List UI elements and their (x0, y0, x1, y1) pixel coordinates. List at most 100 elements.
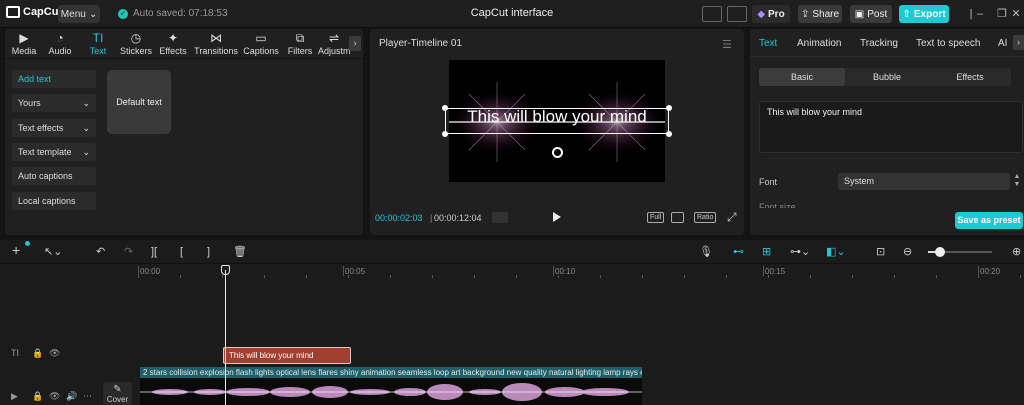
zoom-fit-icon[interactable] (671, 212, 684, 223)
trim-right-icon[interactable]: ] (207, 245, 210, 259)
tab-media[interactable]: ▶ Media (11, 31, 37, 56)
play-icon[interactable] (553, 212, 561, 222)
edit-cover-icon: ✎ (113, 384, 122, 395)
ruler-tick (810, 275, 811, 278)
tab-adjustment[interactable]: ⇌ Adjustm (318, 31, 350, 56)
shortcuts-icon[interactable] (727, 6, 747, 22)
subtab-bubble[interactable]: Bubble (845, 68, 929, 86)
category-auto-captions[interactable]: Auto captions (12, 167, 96, 185)
player-title: Player-Timeline 01 (379, 38, 462, 49)
visibility-eye-icon[interactable]: 👁 (49, 348, 60, 359)
undo-icon[interactable]: ↶ (96, 245, 105, 259)
delete-icon[interactable]: 🗑 (233, 245, 247, 259)
ratio-button[interactable]: Ratio (694, 212, 717, 223)
rotate-handle-icon[interactable] (552, 147, 563, 158)
save-as-preset-button[interactable]: Save as preset (955, 212, 1023, 229)
fullscreen-icon[interactable]: ⤢ (727, 210, 737, 225)
video-track-icon: ▶ (11, 391, 18, 401)
font-select[interactable]: System (838, 173, 1010, 190)
ruler-tick (348, 275, 349, 278)
hamburger-menu-icon[interactable]: ☰ (722, 38, 732, 51)
layout-icon[interactable] (702, 6, 722, 22)
minimize-icon[interactable]: – (972, 6, 988, 22)
subtab-basic[interactable]: Basic (759, 68, 845, 86)
post-button[interactable]: ▣ Post (850, 5, 892, 23)
select-cursor-icon[interactable]: ↖⌄ (44, 245, 62, 259)
category-text-template[interactable]: Text template ⌄ (12, 143, 96, 161)
resize-handle[interactable] (666, 131, 672, 137)
timeline-toolbar: + ↖⌄ ↶ ↷ ][ [ ] 🗑 🎙 ⊷ ⊞ ⊶⌄ ◧⌄ ⊡ ⊖ ⊕ (0, 240, 1024, 264)
split-icon[interactable]: ][ (151, 245, 157, 259)
share-button[interactable]: ⇪ Share (798, 5, 842, 23)
tab-captions[interactable]: ▭ Captions (241, 31, 281, 56)
export-icon: ⇧ (902, 8, 911, 20)
player-panel: Player-Timeline 01 ☰ This will blow your… (370, 29, 744, 235)
ruler-major-tick (553, 266, 554, 276)
tab-effects[interactable]: ✦ Effects (158, 31, 188, 56)
chevron-right-icon[interactable]: › (349, 36, 361, 51)
magnet-link-icon[interactable]: ⊷ (733, 245, 744, 259)
pro-button[interactable]: ◆ Pro (752, 5, 790, 23)
tab-animation[interactable]: Animation (797, 38, 841, 49)
video-clip[interactable]: 2 stars collision explosion flash lights… (140, 367, 642, 405)
default-text-preset[interactable]: Default text (107, 70, 171, 134)
auto-snap-icon[interactable]: ⊞ (762, 245, 771, 259)
ruler-tick (390, 275, 391, 278)
close-icon[interactable]: ✕ (1008, 6, 1024, 22)
text-clip[interactable]: This will blow your mind (223, 347, 351, 364)
category-add-text[interactable]: Add text (12, 70, 96, 88)
export-button[interactable]: ⇧ Export (899, 5, 949, 23)
zoom-out-icon[interactable]: ⊖ (903, 245, 912, 259)
lock-icon[interactable]: 🔒 (32, 348, 43, 359)
resize-handle[interactable] (666, 105, 672, 111)
ruler-tick (852, 275, 853, 278)
tab-text-properties[interactable]: Text (759, 38, 777, 49)
category-text-effects[interactable]: Text effects ⌄ (12, 119, 96, 137)
full-quality-button[interactable]: Full (647, 212, 665, 223)
text-content-input[interactable]: This will blow your mind (759, 101, 1023, 153)
resize-handle[interactable] (442, 105, 448, 111)
post-button-label: Post (867, 8, 888, 20)
zoom-in-icon[interactable]: ⊕ (1012, 245, 1021, 259)
tab-ai[interactable]: AI (998, 38, 1007, 49)
tab-text-to-speech[interactable]: Text to speech (916, 38, 980, 49)
text-selection-box[interactable] (442, 105, 672, 137)
tab-filters[interactable]: ⧉ Filters (284, 31, 316, 56)
tab-text[interactable]: TI Text (85, 31, 111, 56)
category-yours[interactable]: Yours ⌄ (12, 94, 96, 112)
ruler-major-tick (763, 266, 764, 276)
tab-stickers[interactable]: ◷ Stickers (118, 31, 154, 56)
tab-divider (750, 56, 1024, 57)
lock-icon[interactable]: 🔒 (32, 391, 43, 402)
playhead[interactable] (225, 270, 226, 405)
menu-button[interactable]: Menu ⌄ (58, 5, 100, 23)
cover-button[interactable]: ✎ Cover (103, 382, 132, 405)
font-stepper-icon[interactable]: ▲ ▼ (1012, 173, 1022, 190)
visibility-eye-icon[interactable]: 👁 (49, 391, 60, 402)
resize-handle[interactable] (442, 131, 448, 137)
caption-track-icon[interactable]: ⊡ (876, 245, 885, 259)
ruler-tick (726, 275, 727, 278)
microphone-icon[interactable]: 🎙 (699, 245, 713, 259)
tab-tracking[interactable]: Tracking (860, 38, 898, 49)
menu-button-label: Menu (60, 8, 86, 20)
category-label: Text template (18, 147, 72, 157)
chevron-right-icon[interactable]: › (1013, 35, 1024, 50)
zoom-slider-knob[interactable] (934, 247, 945, 257)
time-ruler[interactable]: 00:00 00:05 00:10 00:15 00:20 (138, 264, 1024, 278)
add-track-icon[interactable]: + (12, 243, 20, 257)
timecode-grid-icon[interactable] (492, 212, 508, 223)
tab-captions-label: Captions (243, 46, 279, 56)
link-icon[interactable]: ⊶⌄ (790, 245, 810, 259)
trim-left-icon[interactable]: [ (180, 245, 183, 259)
redo-icon[interactable]: ↷ (124, 245, 133, 259)
preview-axis-icon[interactable]: ◧⌄ (826, 245, 846, 259)
tab-transitions[interactable]: ⋈ Transitions (193, 31, 239, 56)
category-local-captions[interactable]: Local captions (12, 192, 96, 210)
tab-audio[interactable]: ◔ Audio (47, 31, 73, 56)
zoom-slider[interactable] (928, 247, 992, 257)
subtab-effects[interactable]: Effects (929, 68, 1011, 86)
audio-mute-icon[interactable]: 🔊 (66, 391, 77, 402)
font-label: Font (759, 177, 778, 187)
more-options-icon[interactable]: ⋯ (83, 391, 92, 402)
